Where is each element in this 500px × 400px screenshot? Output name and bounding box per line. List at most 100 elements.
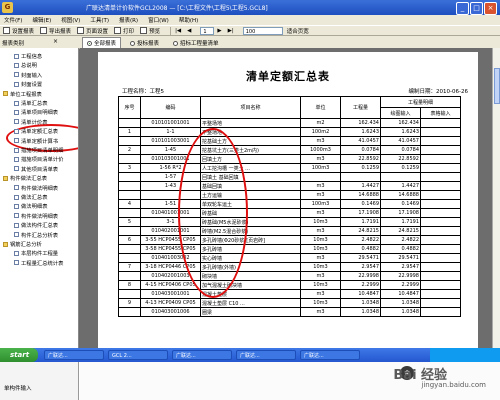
menu-bar: 文件(F) 编辑(E) 视图(V) 工具(T) 报表(R) 窗口(W) 帮助(H… [0,15,500,25]
taskbar-task[interactable]: 广联达... [172,350,232,360]
cell-manual: 22.8592 [380,154,421,164]
sidebar-item[interactable]: 单位工程报表 [3,90,42,98]
cell-table-in [420,172,461,182]
taskbar-task[interactable]: 广联达... [300,350,360,360]
sidebar-item[interactable]: 构件做法明细表 [14,184,58,192]
document-icon [14,222,19,228]
minimize-button[interactable]: _ [456,2,469,15]
report-date: 编制日期：2010-06-26 [408,89,468,95]
sidebar-item[interactable]: 构件做法汇总表 [3,174,47,182]
menu-tools[interactable]: 工具(T) [90,16,109,24]
cell-table-in [420,163,461,173]
sidebar-item[interactable]: 清单定额汇总表 [14,127,58,135]
app-icon: G [2,2,13,13]
magnifier-icon [140,27,148,34]
page-setup-button[interactable]: 页面设置 [77,27,108,35]
close-button[interactable]: × [484,2,497,15]
sidebar-item[interactable]: 封面输入 [14,71,42,79]
preview-button[interactable]: 预览 [140,27,160,35]
menu-file[interactable]: 文件(F) [4,16,22,24]
cell-table-in [420,307,461,317]
sidebar-item[interactable]: 清单定额计算书 [14,137,58,145]
page-number-field[interactable]: 1 [200,26,215,35]
document-icon [14,62,19,68]
cell-qty: 0.1259 [340,163,381,173]
header-name: 项目名称 [200,96,301,119]
next-page-button[interactable]: ▶ [217,28,221,34]
folder-icon [3,91,8,97]
table-row: 010403001001 混凝土垫层 m3 10.4847 10.4847 [118,289,461,299]
last-page-button[interactable]: ▶| [228,28,234,34]
folder-icon [3,241,8,247]
menu-view[interactable]: 视图(V) [61,16,80,24]
cell-name: 平整场地 [200,118,301,128]
sidebar-item[interactable]: 措施项目清单明细 [14,146,63,154]
taskbar-task[interactable]: 广联达... [236,350,296,360]
cell-table-in [420,145,461,155]
cell-unit: m3 [300,253,341,263]
taskbar-task[interactable]: GCL 2... [108,350,168,360]
header-manual: 绘图输入 [380,107,421,119]
sidebar-item[interactable]: 其他项目清单表 [14,165,58,173]
sidebar-item[interactable]: 清单汇总表 [14,99,48,107]
sidebar-item[interactable]: 做法汇总表 [14,193,48,201]
cell-qty: 22.8592 [340,154,381,164]
sidebar-item[interactable]: 工程量汇总统计表 [14,259,63,267]
sidebar-item[interactable]: 封面设置 [14,80,42,88]
sidebar-item[interactable]: 总说明 [14,61,37,69]
cell-table-in [420,271,461,281]
table-row: 1-43 基础回填 m3 1.4427 1.4427 [118,181,461,191]
cell-unit: 100m2 [300,127,341,137]
sidebar-item[interactable]: 本层构件工程量 [14,249,58,257]
sidebar-item[interactable]: 清单计价表 [14,118,48,126]
sidebar-item[interactable]: 构件汇总分析表 [14,231,58,239]
sidebar-item[interactable]: 清单项目明细表 [14,108,58,116]
first-page-button[interactable]: |◀ [175,28,181,34]
cell-unit [300,172,341,182]
taskbar-task[interactable]: 广联达... [44,350,104,360]
sidebar-item[interactable]: 做法明细表 [14,202,48,210]
sidebar-item[interactable]: 做法构件汇总表 [14,221,58,229]
cell-table-in [420,217,461,227]
table-row: 010401003002 实心砖墙 m3 29.5471 29.5471 [118,253,461,263]
menu-report[interactable]: 报表(R) [119,16,138,24]
cell-qty: 0.1469 [340,199,381,209]
radio-icon [87,40,92,46]
cell-seq [118,118,141,128]
sidebar-item-label: 构件做法明细表 [21,213,59,220]
sidebar-item[interactable]: 措施项目清单计价 [14,155,63,163]
setup-report-button[interactable]: 设置报表 [3,27,34,35]
cell-manual: 24.8215 [380,226,421,236]
cell-seq [118,190,141,200]
sidebar-item[interactable]: 工程信息 [14,52,42,60]
cell-qty: 22.9998 [340,271,381,281]
cell-unit: m3 [300,289,341,299]
document-icon [14,119,19,125]
cell-manual: 162.434 [380,118,421,128]
prev-page-button[interactable]: ◀ [187,28,191,34]
menu-window[interactable]: 窗口(W) [148,16,169,24]
export-report-button[interactable]: 导出报表 [40,27,71,35]
zoom-field[interactable]: 100 [242,26,283,35]
start-button[interactable]: start [0,348,38,362]
document-icon [14,250,19,256]
maximize-button[interactable]: □ [470,2,483,15]
bottom-panel: 单构件输入 ❀ Bai 经验 jingyan.baidu.com [0,362,500,400]
print-button[interactable]: 打印 [114,27,134,35]
cell-code: 4-13 HCP0409 CP05 [140,298,201,308]
sidebar-item[interactable]: 钢筋汇总分析 [3,240,42,248]
cell-seq [118,154,141,164]
scroll-thumb[interactable] [494,68,500,104]
table-row: 3-58 HCP0455 CP05 多孔砖墙 10m3 0.4882 0.4882 [118,244,461,254]
sidebar-item[interactable]: 构件做法明细表 [14,212,58,220]
close-icon[interactable]: × [52,38,59,45]
fit-width-button[interactable]: 适合页宽 [287,27,309,35]
cell-table-in [420,235,461,245]
cell-qty: 1.6243 [340,127,381,137]
menu-edit[interactable]: 编辑(E) [32,16,51,24]
table-row: 3 1-56 R*2 人工挖沟槽 一类土 ... 100m3 0.1259 0.1259 [118,163,461,173]
menu-help[interactable]: 帮助(H) [179,16,198,24]
vertical-scrollbar[interactable] [492,48,500,348]
table-row: 2 1-45 挖基坑土方(三类土2m内) 1000m3 0.0784 0.0784 [118,145,461,155]
cell-qty [340,172,381,182]
